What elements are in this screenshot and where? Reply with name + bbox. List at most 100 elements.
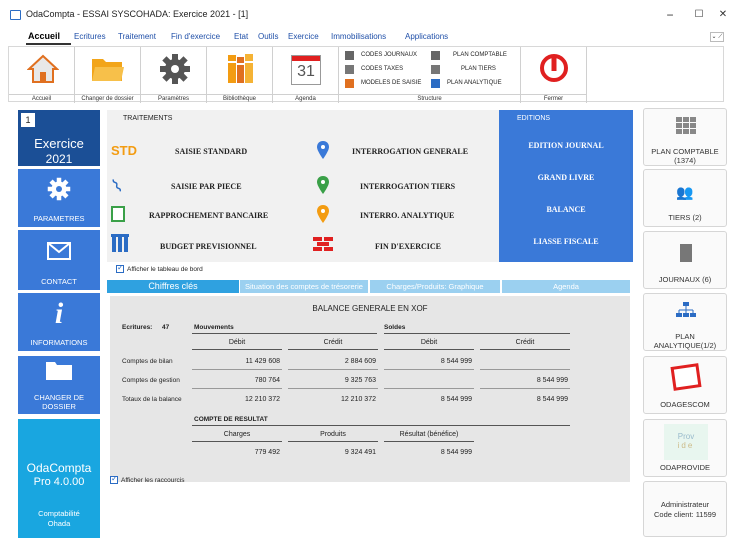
menu-immobilisations[interactable]: Immobilisations: [331, 32, 386, 41]
plan-comptable-button[interactable]: PLAN COMPTABLE: [453, 52, 507, 58]
cell-value: 8 544 999: [440, 396, 472, 403]
cell-value: 11 429 608: [245, 358, 280, 365]
ribbon-label: Bibliothèque: [207, 94, 272, 103]
tiers-tile[interactable]: 👥 TIERS (2): [643, 169, 727, 227]
dashboard-checkbox[interactable]: [116, 263, 124, 273]
interrogation-tiers-button[interactable]: INTERROGATION TIERS: [360, 182, 455, 191]
ribbon-group-structure: CODES JOURNAUX CODES TAXES MODELES DE SA…: [339, 47, 521, 103]
divider: [192, 441, 282, 442]
budget-previsionnel-button[interactable]: BUDGET PREVISIONNEL: [160, 242, 257, 251]
plan-analytique-tile[interactable]: PLAN ANALYTIQUE(1/2): [643, 293, 727, 351]
tile-label: ODAPROVIDE: [659, 463, 710, 472]
divider: [384, 333, 570, 334]
cell-value: 9 325 763: [344, 377, 376, 384]
cell-value: 780 764: [254, 377, 280, 384]
tile-label: PLAN COMPTABLE: [651, 147, 719, 156]
row-label: Comptes de bilan: [122, 358, 173, 365]
cell-value: 8 544 999: [440, 358, 472, 365]
account-tile[interactable]: Administrateur Code client: 11599: [643, 481, 727, 537]
hierarchy-icon: [676, 302, 696, 317]
menu-fin-exercice[interactable]: Fin d'exercice: [171, 32, 220, 41]
menu-exercice[interactable]: Exercice: [288, 32, 319, 41]
tile-label: ODAGESCOM: [660, 400, 710, 409]
divider: [288, 349, 378, 350]
menu-traitement[interactable]: Traitement: [118, 32, 156, 41]
close-button[interactable]: ✕: [708, 6, 732, 24]
interro-analytique-button[interactable]: INTERRO. ANALYTIQUE: [360, 211, 454, 220]
folder-icon: [46, 362, 72, 380]
col-header: Crédit: [323, 339, 343, 346]
plan-comptable-tile[interactable]: PLAN COMPTABLE (1374): [643, 108, 727, 166]
liasse-fiscale-button[interactable]: LIASSE FISCALE: [499, 237, 633, 246]
modeles-saisie-button[interactable]: MODELES DE SAISIE: [361, 80, 421, 86]
ribbon-label: Changer de dossier: [75, 94, 140, 103]
title-bar: OdaCompta - ESSAI SYSCOHADA: Exercice 20…: [0, 0, 732, 30]
grand-livre-button[interactable]: GRAND LIVRE: [499, 173, 633, 182]
saisie-par-piece-button[interactable]: SAISIE PAR PIECE: [171, 182, 242, 191]
gear-icon: [160, 54, 190, 84]
tile-label: JOURNAUX (6): [658, 275, 712, 284]
menu-etat[interactable]: Etat: [234, 32, 248, 41]
codes-taxes-button[interactable]: CODES TAXES: [361, 66, 403, 72]
exercise-label: Exercice: [34, 136, 84, 151]
edition-journal-button[interactable]: EDITION JOURNAL: [499, 141, 633, 150]
changer-dossier-tile[interactable]: CHANGER DE DOSSIER: [18, 356, 100, 414]
ribbon-collapse-button[interactable]: ⌄ ⟋: [710, 32, 724, 42]
ribbon-group-accueil[interactable]: Accueil: [9, 47, 75, 103]
tab-situation-tresorerie[interactable]: Situation des comptes de trésorerie: [240, 280, 368, 293]
divider: [480, 388, 570, 389]
journaux-tile[interactable]: JOURNAUX (6): [643, 231, 727, 289]
shortcuts-checkbox[interactable]: [110, 474, 118, 484]
parametres-tile[interactable]: PARAMETRES: [18, 169, 100, 227]
menu-ecritures[interactable]: Ecritures: [74, 32, 106, 41]
informations-tile[interactable]: i INFORMATIONS: [18, 293, 100, 351]
books-icon: [228, 54, 253, 83]
budget-icon: [111, 234, 129, 252]
journal-icon: [345, 51, 354, 60]
col-header: Crédit: [515, 339, 535, 346]
users-icon: 👥: [676, 184, 694, 200]
home-icon: [27, 54, 59, 83]
bank-reconcile-icon: [111, 206, 125, 222]
location-pin-icon: [317, 141, 329, 159]
menu-accueil[interactable]: Accueil: [28, 31, 60, 41]
tab-chiffres-cles[interactable]: Chiffres clés: [107, 280, 239, 293]
plan-analytique-button[interactable]: PLAN ANALYTIQUE: [447, 80, 502, 86]
saisie-standard-button[interactable]: SAISIE STANDARD: [175, 147, 247, 156]
ribbon-group-agenda[interactable]: 31 Agenda: [273, 47, 339, 103]
client-code: Code client: 11599: [654, 510, 716, 519]
fin-exercice-button[interactable]: FIN D'EXERCICE: [375, 242, 441, 251]
divider: [480, 369, 570, 370]
divider: [192, 333, 377, 334]
plan-tiers-button[interactable]: PLAN TIERS: [461, 66, 496, 72]
tile-label: CHANGER DE DOSSIER: [33, 393, 84, 411]
exercise-tile[interactable]: 1 Exercice 2021: [18, 110, 100, 166]
ribbon-group-parametres[interactable]: Paramètres: [141, 47, 207, 103]
ribbon-group-changer-dossier[interactable]: Changer de dossier: [75, 47, 141, 103]
tab-agenda[interactable]: Agenda: [502, 280, 630, 293]
interrogation-generale-button[interactable]: INTERROGATION GENERALE: [352, 147, 468, 156]
folder-icon: [92, 59, 124, 81]
menu-outils[interactable]: Outils: [258, 32, 278, 41]
odagescom-tile[interactable]: ODAGESCOM: [643, 356, 727, 414]
exercise-number: 1: [21, 113, 35, 127]
odaprovide-tile[interactable]: Prov ide ODAPROVIDE: [643, 419, 727, 477]
menu-applications[interactable]: Applications: [405, 32, 448, 41]
mail-icon: [47, 242, 71, 260]
brand-name: OdaCompta: [26, 461, 92, 475]
contact-tile[interactable]: CONTACT: [18, 230, 100, 290]
location-pin-icon: [317, 176, 329, 194]
ribbon-group-fermer[interactable]: Fermer: [521, 47, 587, 103]
ecritures-label: Ecritures:: [122, 324, 153, 331]
cell-value: 12 210 372: [340, 396, 376, 403]
paperclip-icon: ⌇: [108, 175, 126, 197]
tab-charges-produits[interactable]: Charges/Produits: Graphique: [370, 280, 500, 293]
minimize-button[interactable]: −: [655, 6, 685, 24]
codes-journaux-button[interactable]: CODES JOURNAUX: [361, 52, 417, 58]
rapprochement-bancaire-button[interactable]: RAPPROCHEMENT BANCAIRE: [149, 211, 268, 220]
resultat-title: COMPTE DE RESULTAT: [194, 416, 268, 423]
balance-button[interactable]: BALANCE: [499, 205, 633, 214]
tile-count: (1374): [674, 156, 696, 165]
divider: [192, 425, 570, 426]
ribbon-group-bibliotheque[interactable]: Bibliothèque: [207, 47, 273, 103]
